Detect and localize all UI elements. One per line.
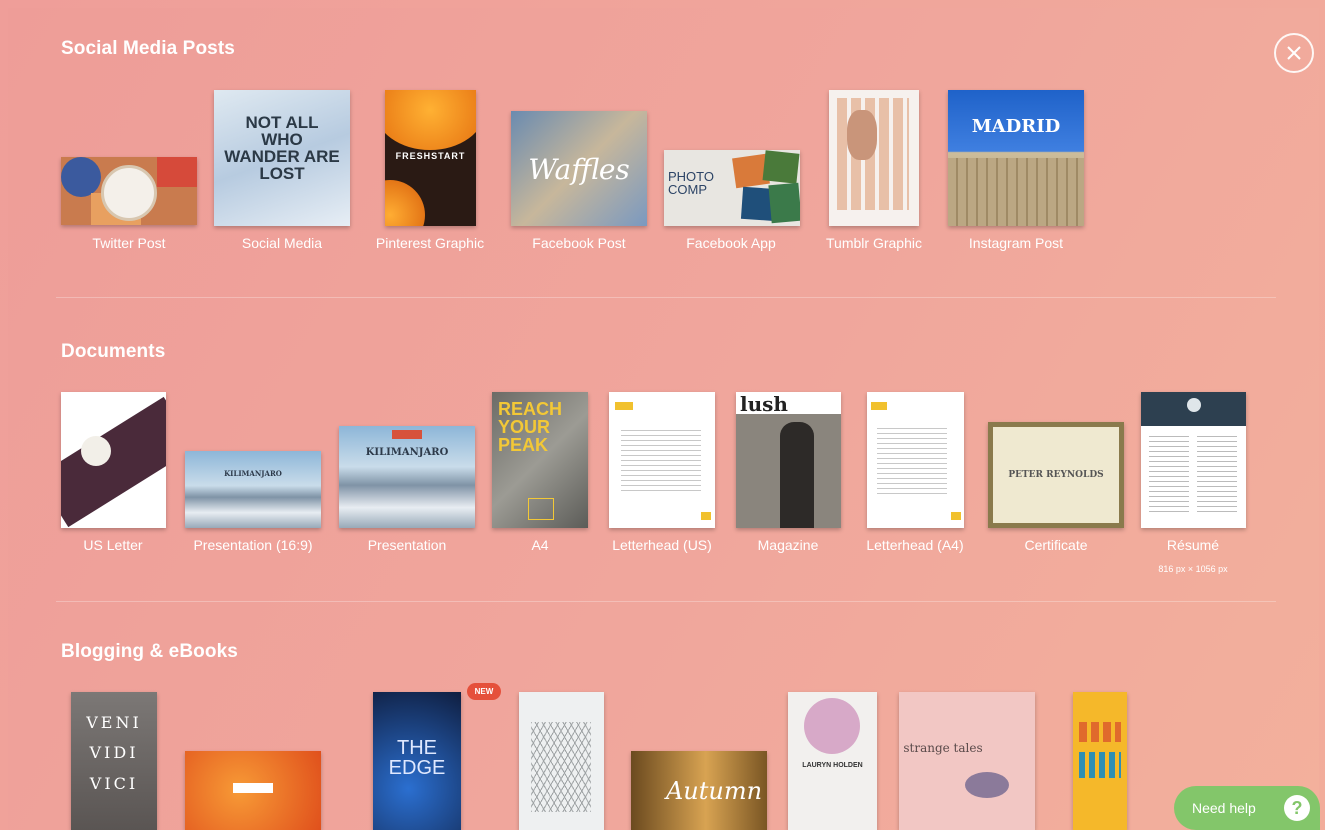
need-help-label: Need help [1192,800,1256,816]
thumb-peter-reynolds: PETER REYNOLDS [1008,470,1104,480]
label-letterhead-a4: Letterhead (A4) [866,537,964,553]
template-certificate[interactable]: PETER REYNOLDS [988,422,1124,528]
template-pinterest-graphic[interactable]: FRESHSTART [385,90,476,226]
label-facebook-post: Facebook Post [532,235,626,251]
template-magazine[interactable]: lush [736,392,841,528]
label-resume: Résumé [1166,537,1220,553]
template-ebook-veni[interactable]: VENI VIDI VICI [71,692,157,830]
label-us-letter: US Letter [83,537,143,553]
section-divider [56,297,1276,298]
label-twitter-post: Twitter Post [92,235,166,251]
template-ebook-strange-tales[interactable]: strange tales [899,692,1035,830]
thumb-freshstart: FRESHSTART [395,151,466,161]
template-social-media[interactable]: NOT ALL WHO WANDER ARE LOST [214,90,350,226]
template-twitter-post[interactable] [61,157,197,225]
template-presentation[interactable]: KILIMANJARO [339,426,475,528]
template-instagram-post[interactable]: MADRID [948,90,1084,226]
label-pinterest-graphic: Pinterest Graphic [375,235,485,251]
need-help-button[interactable]: Need help ? [1174,786,1320,830]
template-ebook-tree[interactable] [519,692,604,830]
thumb-lauryn-holden: LAURYN HOLDEN [802,762,863,769]
label-instagram-post: Instagram Post [968,235,1064,251]
thumb-kilimanjaro-1: KILIMANJARO [224,469,282,478]
label-facebook-app: Facebook App [686,235,776,251]
template-ebook-the-edge[interactable]: THE EDGE [373,692,461,830]
template-a4[interactable]: REACH YOUR PEAK [492,392,588,528]
template-blog-autumn[interactable]: Autumn [631,751,767,830]
template-us-letter[interactable] [61,392,166,528]
thumb-social-quote: NOT ALL WHO WANDER ARE LOST [224,113,340,183]
section-title-documents: Documents [61,341,166,362]
close-button[interactable] [1274,33,1314,73]
label-social-media: Social Media [241,235,323,251]
template-ebook-lauryn[interactable]: LAURYN HOLDEN [788,692,877,830]
section-title-social: Social Media Posts [61,38,235,59]
label-certificate: Certificate [1024,537,1088,553]
thumb-waffles: Waffles [528,153,630,186]
template-resume[interactable] [1141,392,1246,528]
thumb-autumn: Autumn [665,777,763,805]
template-facebook-app[interactable]: PHOTO COMP [664,150,800,226]
label-presentation: Presentation [367,537,447,553]
template-facebook-post[interactable]: Waffles [511,111,647,226]
label-magazine: Magazine [757,537,819,553]
thumb-reach-your-peak: REACH YOUR PEAK [498,399,563,455]
template-letterhead-a4[interactable] [867,392,964,528]
template-letterhead-us[interactable] [609,392,715,528]
new-badge: NEW [467,683,501,700]
thumb-madrid: MADRID [971,116,1061,137]
template-blog-banner[interactable] [185,751,321,830]
close-icon [1287,46,1301,60]
label-tumblr-graphic: Tumblr Graphic [826,235,922,251]
label-presentation-16-9: Presentation (16:9) [193,537,313,553]
thumb-the-edge: THE EDGE [388,737,446,779]
thumb-strange-tales: strange tales [903,741,983,755]
label-resume-dimensions: 816 px × 1056 px [1158,564,1228,574]
template-infographic[interactable] [1073,692,1127,830]
question-icon: ? [1284,795,1310,821]
section-title-blogging: Blogging & eBooks [61,641,238,662]
template-presentation-16-9[interactable]: KILIMANJARO [185,451,321,528]
section-divider [56,601,1276,602]
thumb-lush: lush [740,392,788,416]
thumb-kilimanjaro-2: KILIMANJARO [365,447,449,458]
template-tumblr-graphic[interactable] [829,90,919,226]
thumb-veni-vidi-vici: VENI VIDI VICI [86,713,142,793]
label-letterhead-us: Letterhead (US) [612,537,712,553]
label-a4: A4 [531,537,549,553]
thumb-photo-comp: PHOTO COMP [668,169,714,197]
